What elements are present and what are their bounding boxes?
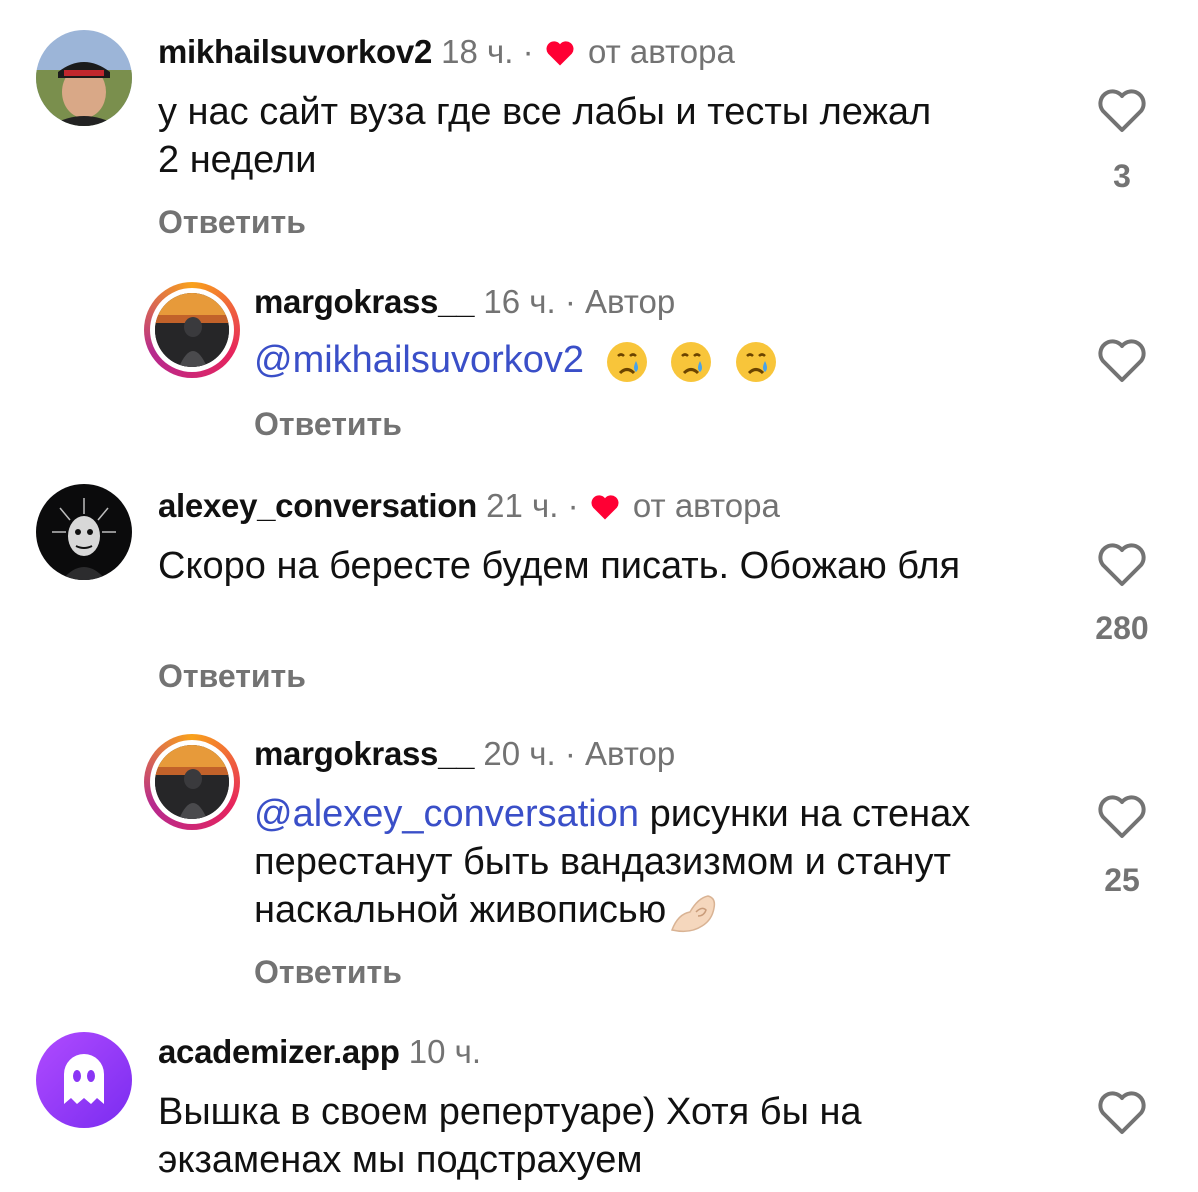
- comment-meta: academizer.app 10 ч.: [158, 1030, 481, 1074]
- like-count: 25: [1104, 862, 1140, 898]
- comment-text: Вышка в своем репертуаре) Хотя бы на экз…: [158, 1091, 862, 1181]
- timestamp: 10 ч.: [408, 1033, 482, 1070]
- crying-face-emoji: [595, 339, 660, 382]
- comment-text: Скоро на бересте будем писать. Обожаю бл…: [158, 545, 961, 587]
- avatar: [155, 745, 229, 819]
- mention-link[interactable]: @mikhailsuvorkov2: [254, 339, 584, 381]
- timestamp: 20 ч.: [483, 735, 556, 772]
- avatar-story-ring[interactable]: [144, 734, 240, 830]
- like-heart-icon[interactable]: [1096, 1090, 1148, 1136]
- like-heart-icon[interactable]: [1096, 794, 1148, 840]
- username[interactable]: academizer.app: [158, 1033, 400, 1070]
- comment-text: у нас сайт вуза где все лабы и тесты леж…: [158, 91, 932, 181]
- separator: ·: [564, 283, 576, 320]
- reply-button[interactable]: Ответить: [158, 656, 306, 696]
- timestamp: 16 ч.: [483, 283, 556, 320]
- like-count: 3: [1113, 158, 1131, 194]
- separator: ·: [522, 33, 534, 70]
- avatar[interactable]: [36, 1032, 132, 1128]
- author-badge: Автор: [584, 735, 676, 772]
- username[interactable]: mikhailsuvorkov2: [158, 33, 432, 70]
- timestamp: 21 ч.: [486, 487, 559, 524]
- like-heart-icon[interactable]: [1096, 542, 1148, 588]
- comment-meta: margokrass__ 20 ч. · Автор: [254, 732, 675, 776]
- like-heart-icon[interactable]: [1096, 88, 1148, 134]
- separator: ·: [564, 735, 576, 772]
- liked-by-author-label: от автора: [587, 33, 735, 70]
- crying-face-emoji: [659, 339, 724, 382]
- author-liked-heart-icon: [590, 488, 620, 532]
- mention-link[interactable]: @alexey_conversation: [254, 793, 639, 835]
- avatar[interactable]: [36, 30, 132, 126]
- username[interactable]: margokrass__: [254, 283, 475, 320]
- avatar[interactable]: [36, 484, 132, 580]
- comment-text: @mikhailsuvorkov2: [254, 336, 1134, 384]
- comment-text: @alexey_conversation рисунки на стенах п…: [254, 790, 1054, 934]
- reply-button[interactable]: Ответить: [254, 404, 402, 444]
- comment-meta: margokrass__ 16 ч. · Автор: [254, 280, 675, 324]
- avatar: [155, 293, 229, 367]
- separator: ·: [567, 487, 579, 524]
- liked-by-author-label: от автора: [632, 487, 780, 524]
- comment-meta: mikhailsuvorkov2 18 ч. · от автора: [158, 30, 735, 78]
- author-badge: Автор: [584, 283, 676, 320]
- avatar-story-ring[interactable]: [144, 282, 240, 378]
- timestamp: 18 ч.: [441, 33, 514, 70]
- author-liked-heart-icon: [545, 34, 575, 78]
- reply-button[interactable]: Ответить: [254, 952, 402, 992]
- comment-meta: alexey_conversation 21 ч. · от автора: [158, 484, 780, 532]
- reply-button[interactable]: Ответить: [158, 202, 306, 242]
- username[interactable]: alexey_conversation: [158, 487, 477, 524]
- like-heart-icon[interactable]: [1096, 338, 1148, 384]
- crying-face-emoji: [724, 339, 778, 382]
- username[interactable]: margokrass__: [254, 735, 475, 772]
- like-count: 280: [1095, 610, 1149, 646]
- pinching-hand-emoji: [666, 889, 720, 933]
